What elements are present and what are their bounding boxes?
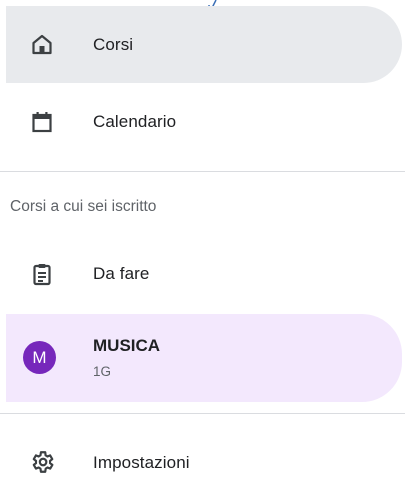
divider	[0, 171, 405, 172]
nav-item-course-musica[interactable]: M MUSICA 1G	[6, 314, 402, 402]
course-avatar: M	[23, 341, 56, 374]
nav-item-label: Impostazioni	[93, 453, 190, 472]
course-section: 1G	[93, 364, 112, 379]
section-heading-enrolled: Corsi a cui sei iscritto	[10, 198, 157, 215]
gear-icon	[28, 448, 56, 476]
home-icon	[28, 30, 56, 58]
navigation-drawer: Corsi Calendario Corsi a cui sei iscritt…	[0, 0, 405, 490]
nav-item-da-fare[interactable]: Da fare	[6, 236, 402, 312]
nav-item-label: Corsi	[93, 35, 134, 54]
nav-item-impostazioni[interactable]: Impostazioni	[6, 424, 402, 490]
nav-item-corsi[interactable]: Corsi	[6, 6, 402, 83]
calendar-icon	[28, 108, 56, 136]
nav-item-label: Da fare	[93, 264, 150, 283]
divider	[0, 413, 405, 414]
nav-item-label: Calendario	[93, 112, 177, 131]
clipboard-icon	[28, 260, 56, 288]
nav-item-calendario[interactable]: Calendario	[6, 84, 402, 160]
course-name: MUSICA	[93, 336, 161, 355]
